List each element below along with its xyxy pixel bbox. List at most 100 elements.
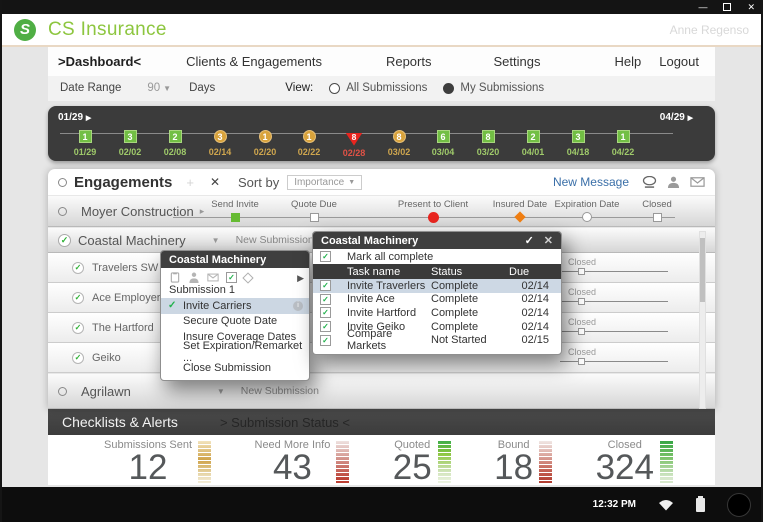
nav-help[interactable]: Help <box>614 54 641 69</box>
stat-need-more-info[interactable]: Need More Info43 <box>255 439 350 485</box>
checkbox-icon[interactable]: ✓ <box>320 294 331 305</box>
date-range-value[interactable]: 90 <box>147 82 160 94</box>
new-message-link[interactable]: New Message <box>553 175 629 189</box>
diamond-icon[interactable] <box>242 272 253 283</box>
stat-closed[interactable]: Closed324 <box>596 439 673 485</box>
milestone-quote-due[interactable]: Quote Due <box>269 199 359 222</box>
add-panel-button[interactable]: + <box>186 175 194 190</box>
milestone-present-to-client[interactable]: Present to Client <box>388 199 478 223</box>
task-row-invite-ace[interactable]: ✓ Invite Ace Complete 02/14 <box>313 293 561 307</box>
context-menu-toolbar: ✓ ▶ <box>161 268 309 284</box>
nav-settings[interactable]: Settings <box>493 54 540 69</box>
timeline-point[interactable]: 202/08 <box>152 127 198 157</box>
timeline-start-label[interactable]: 01/29 ▶ <box>58 112 91 123</box>
vertical-scrollbar[interactable] <box>699 231 706 409</box>
checkbox-icon[interactable]: ✓ <box>320 321 331 332</box>
menu-item-set-expiration-remarket[interactable]: Set Expiration/Remarket ... <box>161 345 309 361</box>
document-icon[interactable] <box>169 272 181 283</box>
scrollbar-thumb[interactable] <box>700 238 705 302</box>
new-submission-link[interactable]: New Submission <box>241 385 319 397</box>
slider-thumb[interactable] <box>578 328 585 335</box>
client-row-agrilawn[interactable]: Agrilawn ▼ New Submission <box>48 373 715 409</box>
chevron-down-icon[interactable]: ▼ <box>163 84 171 93</box>
timeline-point[interactable]: 802/28 <box>331 127 377 158</box>
menu-item-close-submission[interactable]: Close Submission <box>161 360 309 376</box>
person-icon[interactable] <box>188 272 200 283</box>
task-row-compare-markets[interactable]: ✓ Compare Markets Not Started 02/15 <box>313 333 561 347</box>
timeline-point[interactable]: 803/20 <box>465 127 511 157</box>
milestone-marker-white-circle <box>582 212 592 222</box>
person-icon[interactable] <box>666 176 681 188</box>
submission-name: Ace Employers <box>92 292 166 304</box>
sort-dropdown[interactable]: Importance▼ <box>287 175 362 190</box>
status-slider[interactable]: Closed <box>560 347 668 362</box>
all-submissions-label[interactable]: All Submissions <box>346 82 427 94</box>
timeline-point[interactable]: 101/29 <box>62 127 108 157</box>
maximize-button[interactable] <box>723 3 731 11</box>
check-circle-icon: ✓ <box>72 352 84 364</box>
user-presence-circle[interactable] <box>727 493 751 517</box>
status-slider[interactable]: Closed <box>560 317 668 332</box>
client-row-moyer[interactable]: Moyer Construction ▸ Send Invite Quote D… <box>48 195 715 227</box>
mark-all-complete-row[interactable]: ✓ Mark all complete <box>313 249 561 264</box>
chat-icon[interactable] <box>642 176 657 188</box>
checkbox-icon[interactable]: ✓ <box>320 307 331 318</box>
event-count-badge: 2 <box>169 130 182 143</box>
radio-all-submissions[interactable] <box>329 83 340 94</box>
chevron-down-icon[interactable]: ▼ <box>212 236 220 245</box>
nav-dashboard[interactable]: >Dashboard< <box>58 54 141 69</box>
close-panel-button[interactable]: ✕ <box>210 175 220 189</box>
task-row-invite-travelers[interactable]: ✓ Invite Traverlers Complete 02/14 <box>313 279 561 293</box>
context-menu-title[interactable]: Coastal Machinery <box>161 251 309 268</box>
event-count-badge: 1 <box>259 130 272 143</box>
slider-thumb[interactable] <box>578 358 585 365</box>
tab-submission-status[interactable]: > Submission Status < <box>220 415 350 430</box>
timeline-point[interactable]: 102/22 <box>286 127 332 157</box>
menu-item-secure-quote-date[interactable]: Secure Quote Date <box>161 314 309 330</box>
status-slider[interactable]: Closed <box>560 287 668 302</box>
minimize-button[interactable]: — <box>698 3 707 12</box>
checkbox-icon[interactable]: ✓ <box>226 272 237 283</box>
battery-icon[interactable] <box>696 498 705 512</box>
wifi-icon[interactable] <box>658 499 674 511</box>
timeline-point[interactable]: 803/02 <box>376 127 422 157</box>
app-header: S CS Insurance Anne Regenso <box>0 14 763 47</box>
timeline-point[interactable]: 104/22 <box>600 127 646 157</box>
checklists-title[interactable]: Checklists & Alerts <box>62 414 178 430</box>
timeline-point[interactable]: 603/04 <box>420 127 466 157</box>
timeline-point[interactable]: 204/01 <box>510 127 556 157</box>
slider-thumb[interactable] <box>578 298 585 305</box>
nav-reports[interactable]: Reports <box>386 54 432 69</box>
task-popup-header: Coastal Machinery ✓ ✕ <box>313 232 561 249</box>
timeline-end-label[interactable]: 04/29 ▶ <box>660 112 693 123</box>
envelope-icon[interactable] <box>207 272 219 283</box>
task-row-invite-hartford[interactable]: ✓ Invite Hartford Complete 02/14 <box>313 306 561 320</box>
menu-item-invite-carriers[interactable]: ✓ Invite Carriers i <box>161 298 309 314</box>
new-submission-link[interactable]: New Submission <box>236 234 314 246</box>
stat-bound[interactable]: Bound18 <box>494 439 552 485</box>
envelope-icon[interactable] <box>690 176 705 188</box>
close-button[interactable]: ✕ <box>747 3 755 12</box>
timeline-point[interactable]: 302/14 <box>197 127 243 157</box>
checkbox-icon[interactable]: ✓ <box>320 335 331 346</box>
stat-quoted[interactable]: Quoted25 <box>393 439 451 485</box>
chevron-down-icon[interactable]: ▼ <box>217 387 225 396</box>
timeline-point[interactable]: 102/20 <box>242 127 288 157</box>
checkbox-icon[interactable]: ✓ <box>320 280 331 291</box>
milestone-send-invite[interactable]: Send Invite <box>190 199 280 222</box>
nav-clients-engagements[interactable]: Clients & Engagements <box>186 54 322 69</box>
timeline-point[interactable]: 302/02 <box>107 127 153 157</box>
milestone-closed[interactable]: Closed <box>612 199 702 222</box>
my-submissions-label[interactable]: My Submissions <box>460 82 544 94</box>
timeline-point[interactable]: 304/18 <box>555 127 601 157</box>
confirm-icon[interactable]: ✓ <box>525 234 534 247</box>
chevron-right-icon[interactable]: ▶ <box>297 273 304 284</box>
close-icon[interactable]: ✕ <box>544 234 553 247</box>
nav-logout[interactable]: Logout <box>659 54 699 69</box>
status-slider[interactable]: Closed <box>560 257 668 272</box>
checkbox-icon[interactable]: ✓ <box>320 251 331 262</box>
radio-my-submissions[interactable] <box>443 83 454 94</box>
info-icon[interactable]: i <box>293 301 303 311</box>
slider-thumb[interactable] <box>578 268 585 275</box>
stat-submissions-sent[interactable]: Submissions Sent12 <box>104 439 211 485</box>
